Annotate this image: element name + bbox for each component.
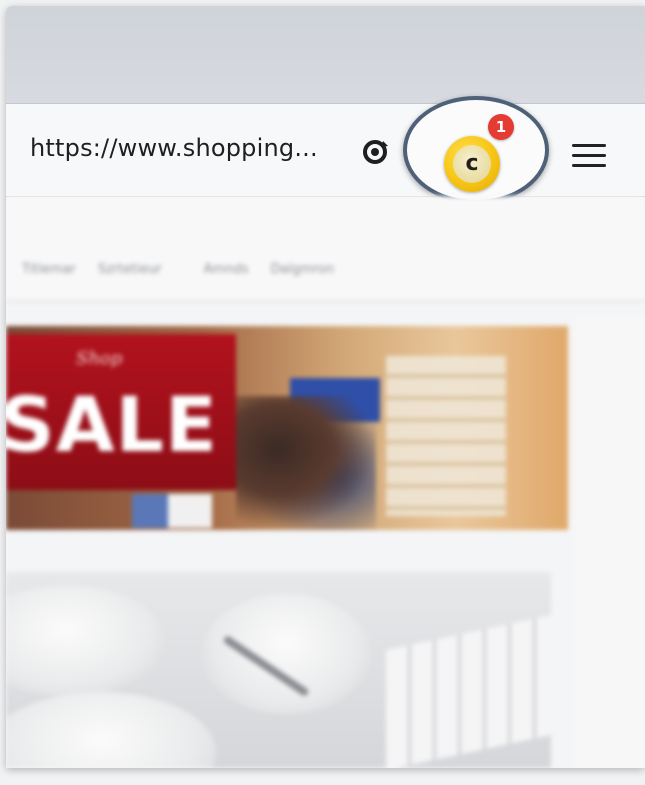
site-nav: Titlemar Szrtetieur Amnds Dalgmron [22,262,356,277]
browser-window: https://www.shopping... c 1 Titlemar Szrt… [6,6,645,768]
tab-strip [6,6,645,103]
store-shelves-image [386,356,506,516]
sale-heading: SALE [6,380,218,469]
gift-cards-image [132,494,212,528]
cup-image [201,594,371,714]
nav-item[interactable]: Titlemar [22,262,76,277]
nav-item[interactable]: Szrtetieur [98,262,162,277]
sale-script-text: Shop [76,348,123,369]
cup-image [6,692,216,768]
notification-badge: 1 [488,114,514,140]
circle-arrow-icon[interactable] [361,138,389,166]
nav-item[interactable]: Amnds [204,262,249,277]
coupon-extension-button[interactable]: c [444,136,500,192]
coupon-extension-letter: c [453,145,491,183]
page-sidebar [575,316,645,768]
sale-panel: Shop SALE [6,334,236,490]
site-header: Titlemar Szrtetieur Amnds Dalgmron [6,196,645,302]
sale-hero-banner[interactable]: Shop SALE [6,326,568,530]
address-bar-url[interactable]: https://www.shopping... [30,134,318,162]
nav-item[interactable]: Dalgmron [270,262,334,277]
product-image-coffee-cups[interactable] [6,572,551,768]
hamburger-menu-icon[interactable] [572,144,606,168]
shoppers-image [236,396,376,530]
browser-toolbar: https://www.shopping... c 1 [6,96,645,204]
web-page-content: Titlemar Szrtetieur Amnds Dalgmron Shop SAL… [6,196,645,768]
keyboard-image [386,613,551,768]
cup-image [6,586,166,696]
